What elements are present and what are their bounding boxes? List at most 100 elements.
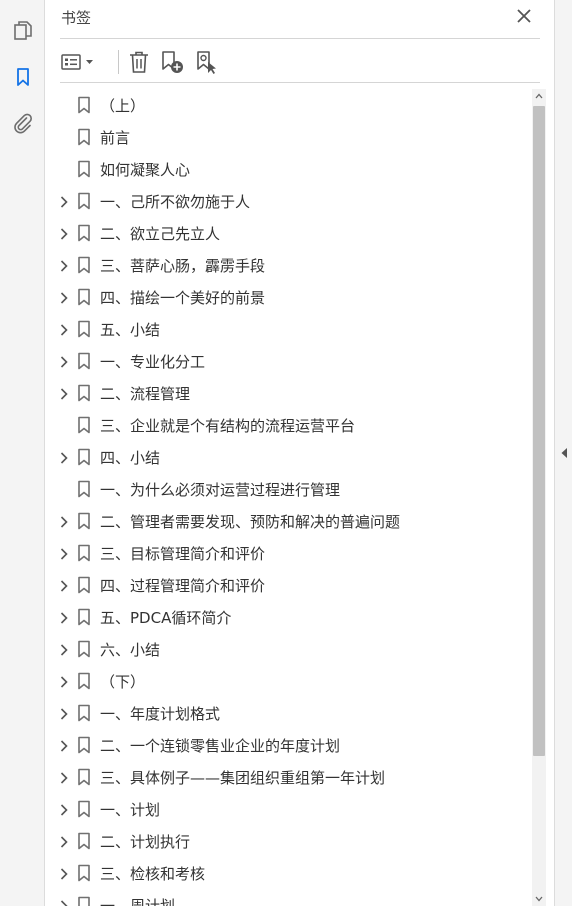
expand-chevron-icon[interactable]: [57, 706, 71, 720]
expand-chevron-icon[interactable]: [57, 354, 71, 368]
expand-chevron-icon[interactable]: [57, 834, 71, 848]
bookmark-label: 三、目标管理简介和评价: [100, 545, 266, 563]
bookmark-item[interactable]: 三、具体例子——集团组织重组第一年计划: [46, 761, 530, 793]
bookmark-item[interactable]: 四、描绘一个美好的前景: [46, 281, 530, 313]
bookmark-icon: [77, 96, 91, 114]
bookmark-icon: [77, 448, 91, 466]
expand-chevron-icon[interactable]: [57, 546, 71, 560]
bookmark-item[interactable]: 二、一个连锁零售业企业的年度计划: [46, 729, 530, 761]
bookmark-label: （下）: [100, 673, 146, 691]
expand-chevron-icon[interactable]: [57, 578, 71, 592]
bookmark-label: 一、己所不欲勿施于人: [100, 193, 251, 211]
bookmark-item[interactable]: 二、欲立己先立人: [46, 217, 530, 249]
bookmark-item[interactable]: 如何凝聚人心: [46, 153, 530, 185]
toolbar-separator: [118, 50, 119, 74]
bookmark-item[interactable]: 三、检核和考核: [46, 857, 530, 889]
bookmark-label: 五、PDCA循环简介: [100, 609, 232, 627]
bookmark-label: 前言: [100, 129, 131, 147]
bookmark-from-selection-button[interactable]: [193, 48, 221, 76]
expand-chevron-icon[interactable]: [57, 226, 71, 240]
expand-chevron-icon[interactable]: [57, 290, 71, 304]
bookmark-label: 三、具体例子——集团组织重组第一年计划: [100, 769, 386, 787]
new-bookmark-icon: [162, 51, 183, 73]
bookmark-icon: [77, 192, 91, 210]
bookmark-label: 四、描绘一个美好的前景: [100, 289, 266, 307]
bookmark-icon[interactable]: [10, 64, 36, 90]
expand-chevron-icon[interactable]: [57, 674, 71, 688]
expand-chevron-icon[interactable]: [57, 514, 71, 528]
bookmark-label: 二、管理者需要发现、预防和解决的普遍问题: [100, 513, 401, 531]
vertical-scrollbar[interactable]: [532, 89, 546, 906]
bookmark-icon: [77, 896, 91, 906]
expand-chevron-icon[interactable]: [57, 802, 71, 816]
new-bookmark-button[interactable]: [158, 48, 186, 76]
collapse-strip: [554, 0, 572, 906]
bookmark-item[interactable]: 五、PDCA循环简介: [46, 601, 530, 633]
bookmark-item[interactable]: 一、己所不欲勿施于人: [46, 185, 530, 217]
expand-chevron-icon[interactable]: [57, 866, 71, 880]
bookmark-icon: [77, 352, 91, 370]
bookmark-item[interactable]: （下）: [46, 665, 530, 697]
expand-chevron-icon[interactable]: [57, 258, 71, 272]
bookmark-item[interactable]: 前言: [46, 121, 530, 153]
bookmark-item[interactable]: 一、计划: [46, 793, 530, 825]
pages-icon[interactable]: [10, 18, 36, 44]
bookmark-item[interactable]: 二、管理者需要发现、预防和解决的普遍问题: [46, 505, 530, 537]
bookmark-item[interactable]: 一、年度计划格式: [46, 697, 530, 729]
bookmark-item[interactable]: 三、目标管理简介和评价: [46, 537, 530, 569]
bookmark-icon: [77, 736, 91, 754]
bookmark-label: 一、计划: [100, 801, 161, 819]
expand-chevron-icon[interactable]: [57, 610, 71, 624]
expand-chevron-icon[interactable]: [57, 322, 71, 336]
options-menu-icon: [61, 54, 93, 70]
bookmark-icon: [77, 704, 91, 722]
bookmark-item[interactable]: 三、企业就是个有结构的流程运营平台: [46, 409, 530, 441]
bookmark-item[interactable]: 一、周计划: [46, 889, 530, 906]
bookmark-label: 三、菩萨心肠，霹雳手段: [100, 257, 266, 275]
bookmark-label: 三、企业就是个有结构的流程运营平台: [100, 417, 356, 435]
bookmark-icon: [77, 608, 91, 626]
close-icon[interactable]: [514, 6, 534, 26]
bookmark-icon: [77, 512, 91, 530]
navigation-rail: [0, 0, 45, 906]
bookmark-item[interactable]: 六、小结: [46, 633, 530, 665]
bookmark-icon: [77, 160, 91, 178]
delete-button[interactable]: [126, 48, 152, 76]
bookmark-item[interactable]: 二、计划执行: [46, 825, 530, 857]
collapse-pane-icon[interactable]: [558, 445, 570, 461]
scrollbar-thumb[interactable]: [533, 106, 545, 756]
bookmark-item[interactable]: 四、过程管理简介和评价: [46, 569, 530, 601]
expand-chevron-icon[interactable]: [57, 898, 71, 906]
bookmark-label: 一、周计划: [100, 897, 176, 906]
expand-chevron-icon[interactable]: [57, 738, 71, 752]
expand-chevron-icon[interactable]: [57, 194, 71, 208]
expand-chevron-icon[interactable]: [57, 770, 71, 784]
bookmark-label: 六、小结: [100, 641, 161, 659]
bookmark-label: 如何凝聚人心: [100, 161, 191, 179]
bookmark-label: 三、检核和考核: [100, 865, 206, 883]
expand-chevron-icon[interactable]: [57, 450, 71, 464]
bookmark-item[interactable]: （上）: [46, 89, 530, 121]
bookmark-item[interactable]: 二、流程管理: [46, 377, 530, 409]
bookmark-icon: [77, 320, 91, 338]
bookmark-item[interactable]: 一、专业化分工: [46, 345, 530, 377]
expand-chevron-icon[interactable]: [57, 386, 71, 400]
bookmark-icon: [77, 544, 91, 562]
bookmark-icon: [77, 576, 91, 594]
bookmark-icon: [77, 832, 91, 850]
expand-chevron-icon[interactable]: [57, 642, 71, 656]
bookmark-icon: [77, 672, 91, 690]
bookmark-icon: [77, 768, 91, 786]
scroll-down-icon[interactable]: [532, 892, 546, 906]
options-menu-button[interactable]: [60, 48, 98, 76]
attachment-icon[interactable]: [10, 110, 36, 136]
bookmark-item[interactable]: 五、小结: [46, 313, 530, 345]
bookmark-item[interactable]: 一、为什么必须对运营过程进行管理: [46, 473, 530, 505]
bookmark-icon: [77, 384, 91, 402]
bookmark-item[interactable]: 三、菩萨心肠，霹雳手段: [46, 249, 530, 281]
bookmark-item[interactable]: 四、小结: [46, 441, 530, 473]
bookmark-icon: [77, 288, 91, 306]
divider: [60, 82, 540, 83]
bookmark-icon: [77, 256, 91, 274]
scroll-up-icon[interactable]: [532, 89, 546, 103]
